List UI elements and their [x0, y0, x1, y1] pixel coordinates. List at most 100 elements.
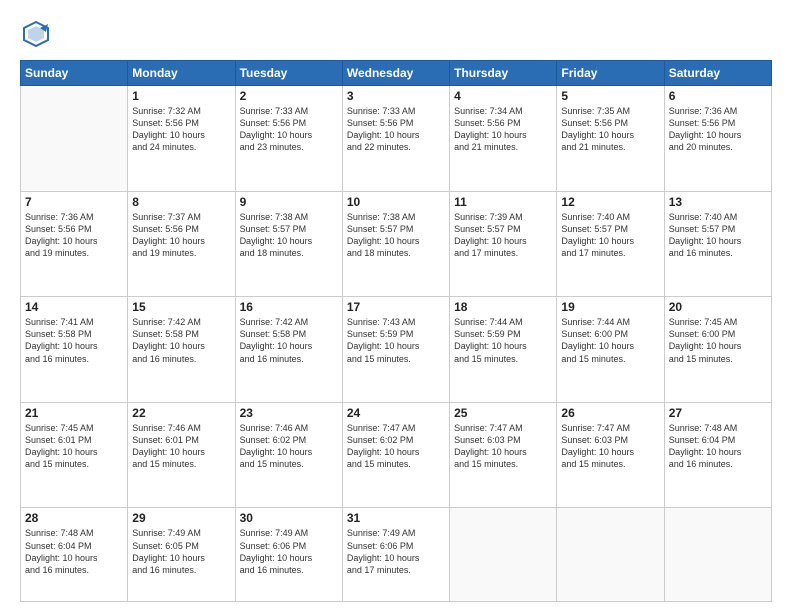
- day-info: Sunrise: 7:48 AM Sunset: 6:04 PM Dayligh…: [669, 422, 767, 471]
- day-cell: [21, 86, 128, 192]
- day-info: Sunrise: 7:38 AM Sunset: 5:57 PM Dayligh…: [347, 211, 445, 260]
- day-cell: 5 Sunrise: 7:35 AM Sunset: 5:56 PM Daylig…: [557, 86, 664, 192]
- day-cell: 19Sunrise: 7:44 AM Sunset: 6:00 PM Dayli…: [557, 297, 664, 403]
- day-number: 29: [132, 511, 230, 525]
- day-number: 6: [669, 89, 767, 103]
- weekday-header-monday: Monday: [128, 61, 235, 86]
- day-cell: [557, 508, 664, 602]
- day-cell: 20 Sunrise: 7:45 AM Sunset: 6:00 PM Dayli…: [664, 297, 771, 403]
- day-number: 30: [240, 511, 338, 525]
- day-number: 21: [25, 406, 123, 420]
- day-number: 5: [561, 89, 659, 103]
- day-info: Sunrise: 7:38 AM Sunset: 5:57 PM Dayligh…: [240, 211, 338, 260]
- day-number: 26: [561, 406, 659, 420]
- day-cell: 28 Sunrise: 7:48 AM Sunset: 6:04 PM Dayli…: [21, 508, 128, 602]
- day-info: Sunrise: 7:44 AM Sunset: 6:00 PM Dayligh…: [561, 316, 659, 365]
- day-number: 22: [132, 406, 230, 420]
- day-number: 13: [669, 195, 767, 209]
- day-number: 1: [132, 89, 230, 103]
- day-info: Sunrise: 7:40 AM Sunset: 5:57 PM Dayligh…: [561, 211, 659, 260]
- day-cell: 18 Sunrise: 7:44 AM Sunset: 5:59 PM Dayli…: [450, 297, 557, 403]
- day-cell: 31 Sunrise: 7:49 AM Sunset: 6:06 PM Dayli…: [342, 508, 449, 602]
- day-cell: 1 Sunrise: 7:32 AM Sunset: 5:56 PM Daylig…: [128, 86, 235, 192]
- day-cell: 7 Sunrise: 7:36 AM Sunset: 5:56 PM Daylig…: [21, 191, 128, 297]
- day-number: 31: [347, 511, 445, 525]
- day-info: Sunrise: 7:34 AM Sunset: 5:56 PM Dayligh…: [454, 105, 552, 154]
- day-cell: 24Sunrise: 7:47 AM Sunset: 6:02 PM Dayli…: [342, 402, 449, 508]
- day-number: 28: [25, 511, 123, 525]
- day-number: 15: [132, 300, 230, 314]
- day-cell: 9 Sunrise: 7:38 AM Sunset: 5:57 PM Daylig…: [235, 191, 342, 297]
- day-info: Sunrise: 7:37 AM Sunset: 5:56 PM Dayligh…: [132, 211, 230, 260]
- day-cell: 3 Sunrise: 7:33 AM Sunset: 5:56 PM Daylig…: [342, 86, 449, 192]
- day-number: 4: [454, 89, 552, 103]
- day-info: Sunrise: 7:47 AM Sunset: 6:03 PM Dayligh…: [454, 422, 552, 471]
- day-number: 2: [240, 89, 338, 103]
- day-cell: 29 Sunrise: 7:49 AM Sunset: 6:05 PM Dayli…: [128, 508, 235, 602]
- weekday-header-thursday: Thursday: [450, 61, 557, 86]
- day-info: Sunrise: 7:47 AM Sunset: 6:03 PM Dayligh…: [561, 422, 659, 471]
- day-info: Sunrise: 7:48 AM Sunset: 6:04 PM Dayligh…: [25, 527, 123, 576]
- day-cell: 15 Sunrise: 7:42 AM Sunset: 5:58 PM Dayli…: [128, 297, 235, 403]
- page: SundayMondayTuesdayWednesdayThursdayFrid…: [0, 0, 792, 612]
- day-number: 16: [240, 300, 338, 314]
- day-number: 9: [240, 195, 338, 209]
- weekday-header-saturday: Saturday: [664, 61, 771, 86]
- day-cell: 22 Sunrise: 7:46 AM Sunset: 6:01 PM Dayli…: [128, 402, 235, 508]
- day-info: Sunrise: 7:47 AM Sunset: 6:02 PM Dayligh…: [347, 422, 445, 471]
- day-info: Sunrise: 7:39 AM Sunset: 5:57 PM Dayligh…: [454, 211, 552, 260]
- day-number: 18: [454, 300, 552, 314]
- weekday-header-wednesday: Wednesday: [342, 61, 449, 86]
- day-info: Sunrise: 7:42 AM Sunset: 5:58 PM Dayligh…: [240, 316, 338, 365]
- week-row-2: 7 Sunrise: 7:36 AM Sunset: 5:56 PM Daylig…: [21, 191, 772, 297]
- day-number: 27: [669, 406, 767, 420]
- week-row-1: 1 Sunrise: 7:32 AM Sunset: 5:56 PM Daylig…: [21, 86, 772, 192]
- weekday-header-row: SundayMondayTuesdayWednesdayThursdayFrid…: [21, 61, 772, 86]
- day-cell: 26 Sunrise: 7:47 AM Sunset: 6:03 PM Dayli…: [557, 402, 664, 508]
- day-info: Sunrise: 7:36 AM Sunset: 5:56 PM Dayligh…: [25, 211, 123, 260]
- day-info: Sunrise: 7:33 AM Sunset: 5:56 PM Dayligh…: [240, 105, 338, 154]
- day-info: Sunrise: 7:40 AM Sunset: 5:57 PM Dayligh…: [669, 211, 767, 260]
- day-cell: 27 Sunrise: 7:48 AM Sunset: 6:04 PM Dayli…: [664, 402, 771, 508]
- day-info: Sunrise: 7:45 AM Sunset: 6:00 PM Dayligh…: [669, 316, 767, 365]
- day-cell: 16 Sunrise: 7:42 AM Sunset: 5:58 PM Dayli…: [235, 297, 342, 403]
- day-cell: 23Sunrise: 7:46 AM Sunset: 6:02 PM Dayli…: [235, 402, 342, 508]
- day-number: 7: [25, 195, 123, 209]
- day-number: 17: [347, 300, 445, 314]
- day-cell: 25Sunrise: 7:47 AM Sunset: 6:03 PM Dayli…: [450, 402, 557, 508]
- day-info: Sunrise: 7:43 AM Sunset: 5:59 PM Dayligh…: [347, 316, 445, 365]
- week-row-3: 14 Sunrise: 7:41 AM Sunset: 5:58 PM Dayli…: [21, 297, 772, 403]
- day-info: Sunrise: 7:32 AM Sunset: 5:56 PM Dayligh…: [132, 105, 230, 154]
- day-number: 3: [347, 89, 445, 103]
- day-info: Sunrise: 7:33 AM Sunset: 5:56 PM Dayligh…: [347, 105, 445, 154]
- calendar: SundayMondayTuesdayWednesdayThursdayFrid…: [20, 60, 772, 602]
- day-info: Sunrise: 7:46 AM Sunset: 6:02 PM Dayligh…: [240, 422, 338, 471]
- day-cell: 13 Sunrise: 7:40 AM Sunset: 5:57 PM Dayli…: [664, 191, 771, 297]
- day-info: Sunrise: 7:44 AM Sunset: 5:59 PM Dayligh…: [454, 316, 552, 365]
- day-info: Sunrise: 7:45 AM Sunset: 6:01 PM Dayligh…: [25, 422, 123, 471]
- day-cell: 21 Sunrise: 7:45 AM Sunset: 6:01 PM Dayli…: [21, 402, 128, 508]
- day-info: Sunrise: 7:35 AM Sunset: 5:56 PM Dayligh…: [561, 105, 659, 154]
- day-cell: 30 Sunrise: 7:49 AM Sunset: 6:06 PM Dayli…: [235, 508, 342, 602]
- day-cell: 4 Sunrise: 7:34 AM Sunset: 5:56 PM Daylig…: [450, 86, 557, 192]
- day-info: Sunrise: 7:49 AM Sunset: 6:05 PM Dayligh…: [132, 527, 230, 576]
- day-cell: 14 Sunrise: 7:41 AM Sunset: 5:58 PM Dayli…: [21, 297, 128, 403]
- day-cell: 8Sunrise: 7:37 AM Sunset: 5:56 PM Daylig…: [128, 191, 235, 297]
- header: [20, 18, 772, 50]
- day-number: 14: [25, 300, 123, 314]
- logo: [20, 18, 58, 50]
- day-cell: [664, 508, 771, 602]
- weekday-header-tuesday: Tuesday: [235, 61, 342, 86]
- day-info: Sunrise: 7:41 AM Sunset: 5:58 PM Dayligh…: [25, 316, 123, 365]
- day-cell: 2 Sunrise: 7:33 AM Sunset: 5:56 PM Daylig…: [235, 86, 342, 192]
- day-info: Sunrise: 7:42 AM Sunset: 5:58 PM Dayligh…: [132, 316, 230, 365]
- day-number: 11: [454, 195, 552, 209]
- day-info: Sunrise: 7:36 AM Sunset: 5:56 PM Dayligh…: [669, 105, 767, 154]
- day-info: Sunrise: 7:49 AM Sunset: 6:06 PM Dayligh…: [347, 527, 445, 576]
- day-number: 20: [669, 300, 767, 314]
- day-info: Sunrise: 7:49 AM Sunset: 6:06 PM Dayligh…: [240, 527, 338, 576]
- day-number: 12: [561, 195, 659, 209]
- day-info: Sunrise: 7:46 AM Sunset: 6:01 PM Dayligh…: [132, 422, 230, 471]
- week-row-5: 28 Sunrise: 7:48 AM Sunset: 6:04 PM Dayli…: [21, 508, 772, 602]
- day-cell: 11 Sunrise: 7:39 AM Sunset: 5:57 PM Dayli…: [450, 191, 557, 297]
